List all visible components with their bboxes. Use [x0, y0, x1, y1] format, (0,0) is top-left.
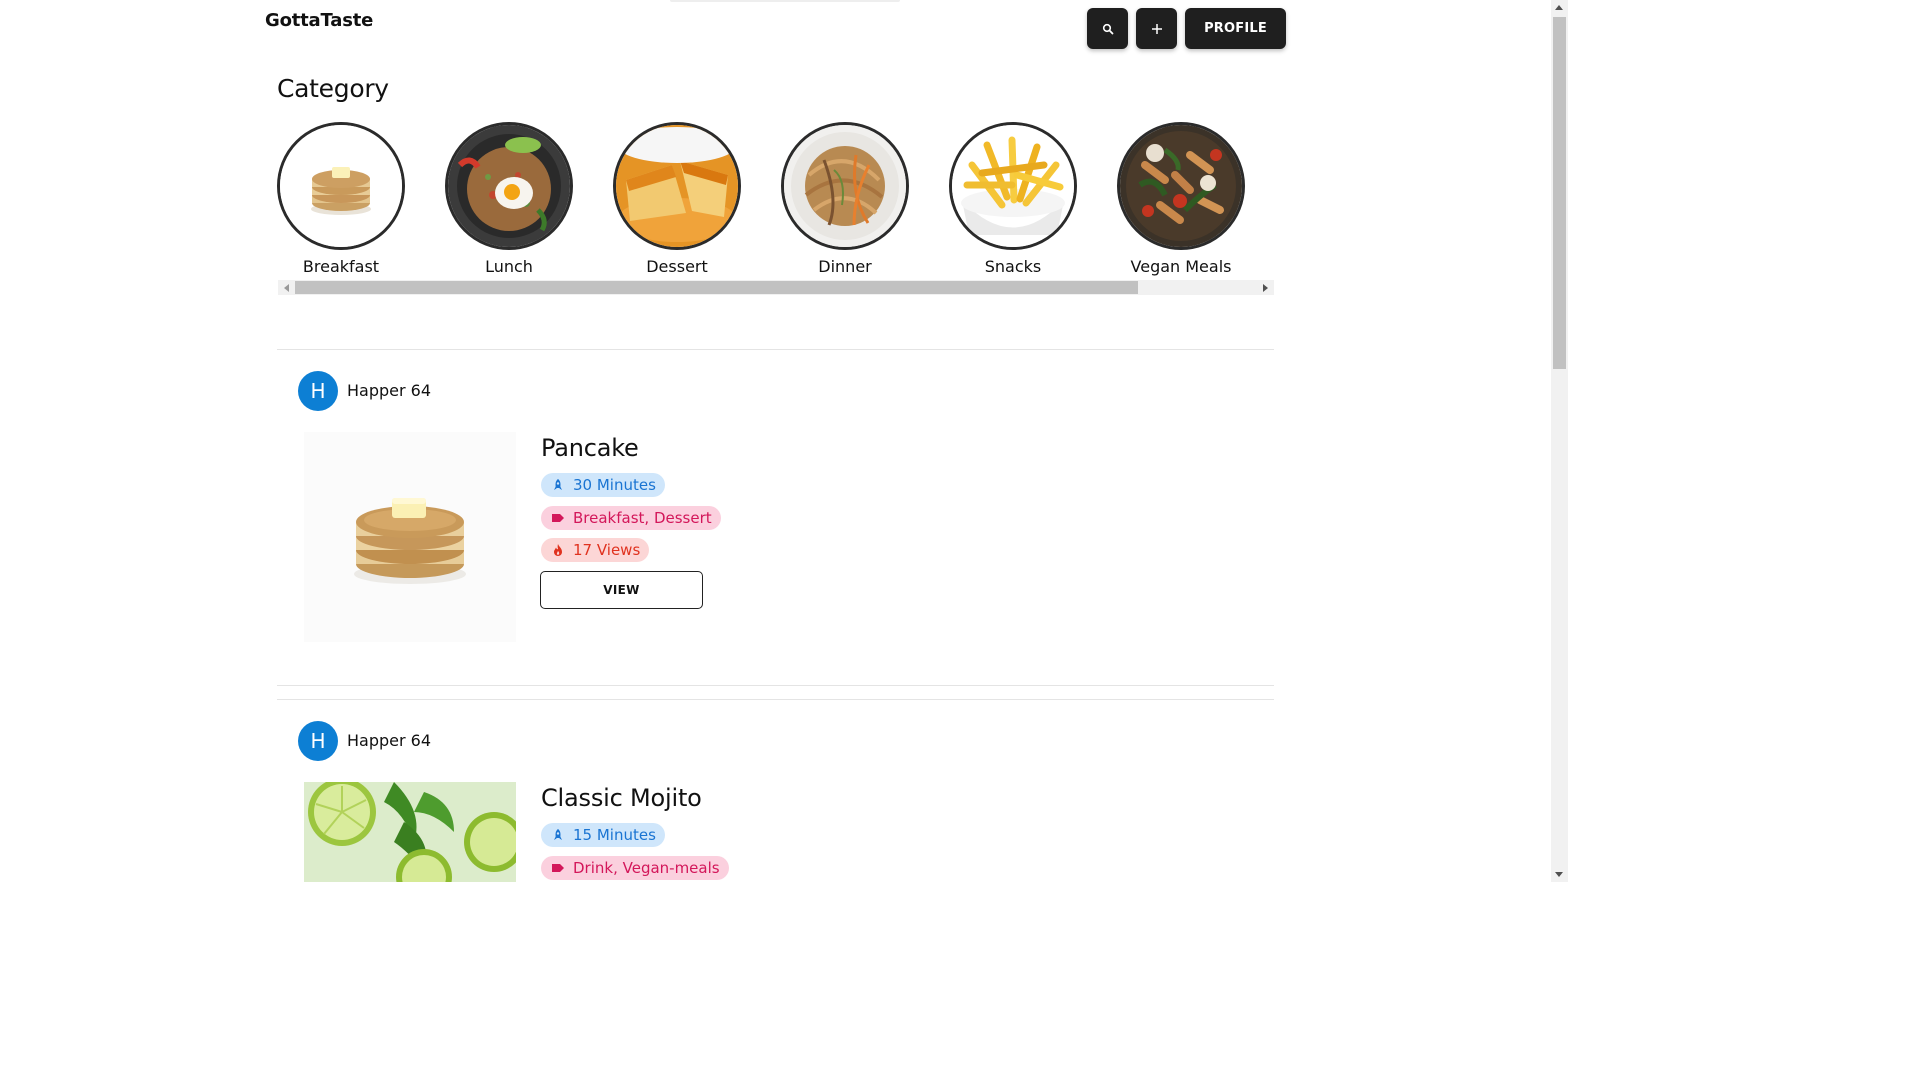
category-dessert[interactable]: Dessert [613, 122, 741, 276]
category-image-breakfast [277, 122, 405, 250]
time-text: 30 Minutes [573, 476, 656, 494]
page-scrollbar[interactable] [1551, 0, 1568, 882]
recipe-photo-mojito[interactable] [304, 782, 516, 882]
divider [277, 685, 1274, 686]
category-image-dinner [781, 122, 909, 250]
rocket-icon [551, 478, 565, 492]
divider [277, 699, 1274, 700]
views-chip: 17 Views [541, 538, 650, 562]
scroll-right-arrow-icon[interactable] [1263, 284, 1268, 292]
tags-text: Breakfast, Dessert [573, 509, 712, 527]
profile-button[interactable]: PROFILE [1185, 8, 1286, 49]
category-label: Lunch [485, 257, 533, 276]
category-label: Vegan Meals [1130, 257, 1232, 276]
recipe-photo-pancake[interactable] [304, 432, 516, 642]
category-dinner[interactable]: Dinner [781, 122, 909, 276]
category-title: Category [277, 74, 389, 103]
category-snacks[interactable]: Snacks [949, 122, 1077, 276]
app-logo[interactable]: GottaTaste [265, 10, 373, 31]
tags-text: Drink, Vegan-meals [573, 859, 720, 877]
category-lunch[interactable]: Lunch [445, 122, 573, 276]
search-icon [1102, 23, 1113, 34]
author-name[interactable]: Happer 64 [347, 731, 431, 750]
avatar[interactable]: H [298, 371, 338, 411]
plus-icon [1151, 23, 1162, 34]
tag-icon [551, 861, 565, 875]
views-text: 17 Views [573, 541, 641, 559]
author-name[interactable]: Happer 64 [347, 381, 431, 400]
divider [277, 349, 1274, 350]
rocket-icon [551, 828, 565, 842]
category-vegan-meals[interactable]: Vegan Meals [1117, 122, 1245, 276]
scrollbar-thumb[interactable] [1553, 17, 1566, 369]
time-text: 15 Minutes [573, 826, 656, 844]
scroll-left-arrow-icon[interactable] [284, 284, 289, 292]
category-breakfast[interactable]: Breakfast [277, 122, 405, 276]
category-image-lunch [445, 122, 573, 250]
scroll-up-arrow-icon[interactable] [1555, 5, 1563, 10]
avatar[interactable]: H [298, 721, 338, 761]
search-button[interactable] [1087, 8, 1128, 49]
recipe-title[interactable]: Classic Mojito [541, 784, 702, 812]
scrollbar-thumb[interactable] [295, 281, 1138, 294]
tags-chip: Drink, Vegan-meals [541, 856, 729, 880]
category-image-vegan-meals [1117, 122, 1245, 250]
flame-icon [551, 543, 565, 557]
category-scrollbar[interactable] [278, 280, 1274, 295]
scroll-down-arrow-icon[interactable] [1555, 872, 1563, 877]
category-image-dessert [613, 122, 741, 250]
category-label: Breakfast [302, 257, 380, 276]
tags-chip: Breakfast, Dessert [541, 506, 721, 530]
time-chip: 30 Minutes [541, 473, 665, 497]
view-recipe-button[interactable]: VIEW [540, 571, 703, 609]
time-chip: 15 Minutes [541, 823, 665, 847]
top-divider [670, 0, 900, 2]
add-recipe-button[interactable] [1136, 8, 1177, 49]
page: GottaTaste PROFILE Category Breakfast Lu… [0, 0, 1568, 882]
tag-icon [551, 511, 565, 525]
category-label: Dessert [646, 257, 708, 276]
category-label: Snacks [984, 257, 1042, 276]
recipe-title[interactable]: Pancake [541, 434, 639, 462]
category-label: Dinner [818, 257, 872, 276]
category-image-snacks [949, 122, 1077, 250]
